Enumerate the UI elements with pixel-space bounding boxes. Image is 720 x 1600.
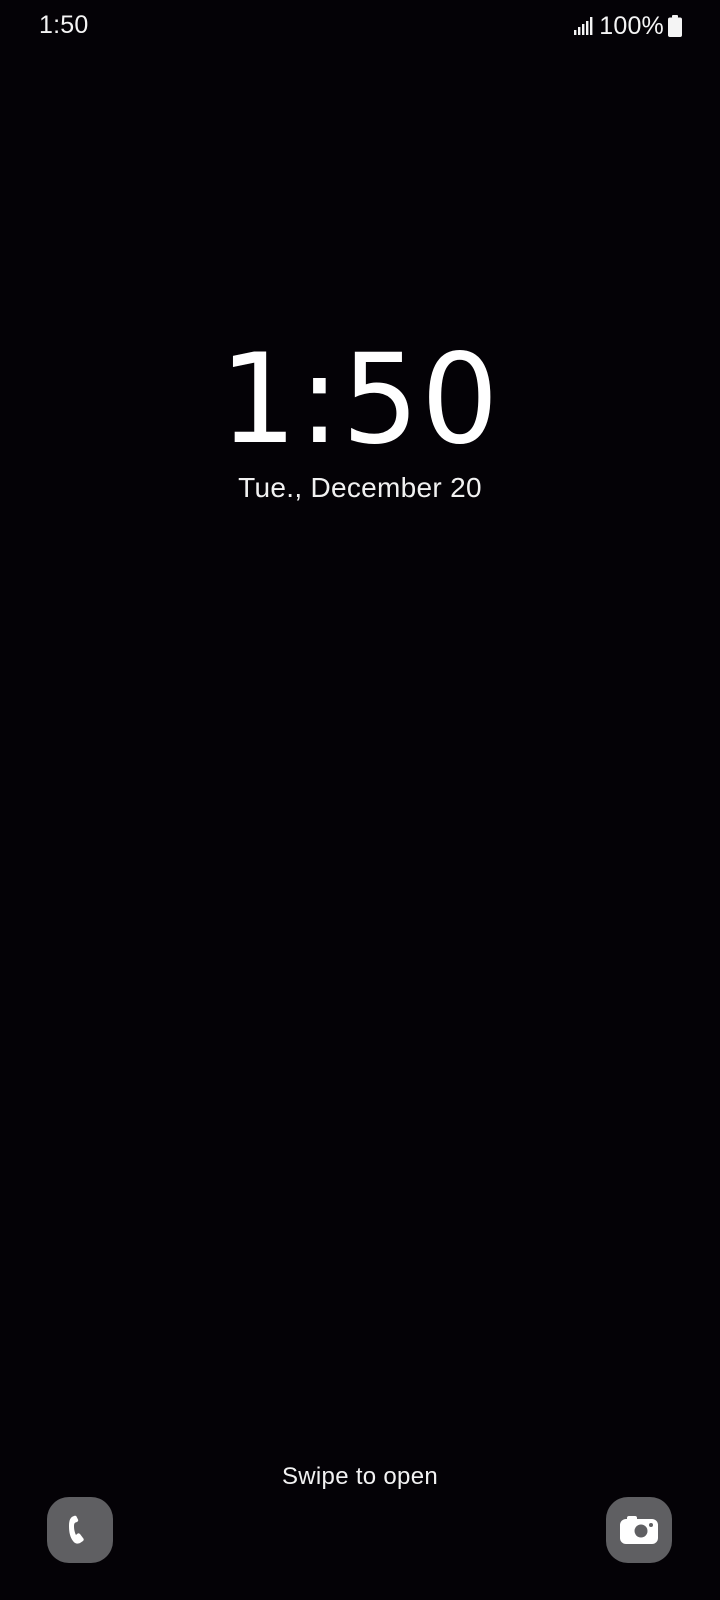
camera-icon: [620, 1516, 658, 1544]
status-bar: 1:50 100%: [0, 0, 720, 52]
status-indicators: 100%: [573, 11, 682, 41]
phone-icon: [69, 1515, 84, 1544]
swipe-hint: Swipe to open: [281, 1463, 438, 1490]
battery-percent: 100%: [599, 11, 664, 40]
clock-time: 1:50: [219, 328, 501, 472]
status-time: 1:50: [39, 11, 89, 39]
lock-screen: 1:50 100% 1:50 Tue., December 20 Swipe t…: [0, 0, 720, 1600]
battery-full-icon: [668, 15, 682, 37]
clock-date: Tue., December 20: [238, 472, 482, 503]
signal-bars-icon: [574, 17, 593, 35]
phone-shortcut-button[interactable]: [47, 1497, 113, 1563]
camera-shortcut-button[interactable]: [606, 1497, 672, 1563]
clock: 1:50: [0, 330, 720, 470]
